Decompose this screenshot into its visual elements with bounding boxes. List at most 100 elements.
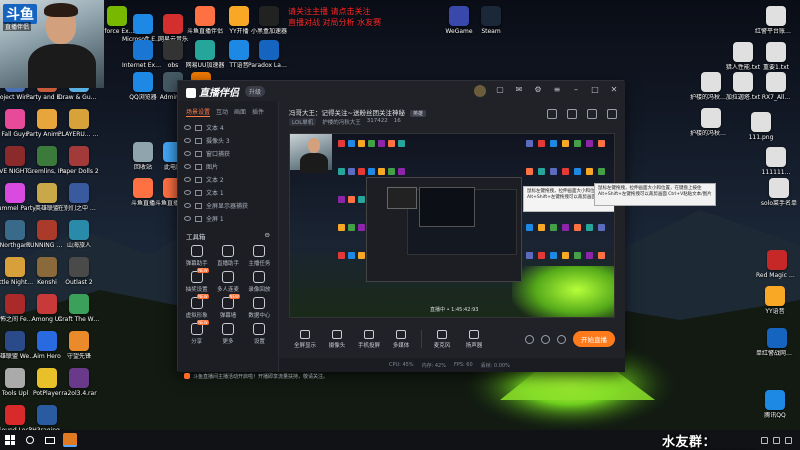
desktop-icon-left-17-icon xyxy=(69,257,89,277)
desktop-icon-right-11-label: YY语音 xyxy=(765,308,785,315)
scene-source-item[interactable]: 文本 4 xyxy=(184,121,272,134)
menu-icon[interactable]: ≡ xyxy=(552,85,562,95)
room-title[interactable]: 冯哥大王：记得关注~送粉丝团关注神秘 英雄 xyxy=(289,107,427,117)
upgrade-button[interactable]: 升级 xyxy=(245,85,266,97)
desktop-icon-left-14-icon xyxy=(69,220,89,240)
preview-desktop-icon xyxy=(358,224,365,231)
desktop-icon-top-6[interactable]: 网易UU加速器 xyxy=(184,38,226,82)
scene-source-item[interactable]: 图片 xyxy=(184,160,272,173)
tool-item-8[interactable]: 数据中心 xyxy=(245,297,274,319)
desktop-icon-left-4-icon xyxy=(37,109,57,129)
source-tool-3[interactable]: 多媒体 xyxy=(385,329,417,349)
search-button[interactable] xyxy=(20,430,40,450)
desktop-icon-left-5-label: PLAYERU... BATTLEGR... xyxy=(58,131,100,138)
source-tool-4[interactable]: 麦克风 xyxy=(426,329,458,349)
preview-desktop-icon xyxy=(348,252,355,259)
visibility-eye-icon[interactable] xyxy=(184,164,191,169)
source-tool-icon xyxy=(437,329,447,339)
source-tool-5[interactable]: 扬声器 xyxy=(458,329,490,349)
webcam-sub: 直播伴侣 xyxy=(3,22,32,31)
desktop-icon-top-8[interactable]: Steam xyxy=(470,4,512,48)
tool-item-9[interactable]: NEW 分享 xyxy=(182,320,211,345)
desktop-icon-top-8-label: Steam xyxy=(481,28,501,35)
desktop-icon-right-6[interactable]: 护楼的冯秋大王 黄豆先生... xyxy=(690,106,732,150)
tool-label: 主播任务 xyxy=(248,261,271,267)
desktop-icon-right-12[interactable]: 单红警战网对战平台 xyxy=(756,326,798,370)
scene-source-item[interactable]: 文本 1 xyxy=(184,186,272,199)
desktop-icon-right-9[interactable]: solo菜手名单 xyxy=(758,176,800,220)
share-icon[interactable] xyxy=(567,109,577,119)
fullscreen-icon[interactable] xyxy=(607,109,617,119)
desktop-icon-left-3-icon xyxy=(5,109,25,129)
scene-source-item[interactable]: 全屏显示器捕获 xyxy=(184,199,272,212)
desktop-icon-right-13[interactable]: 腾讯QQ xyxy=(754,388,796,432)
preview-desktop-icon xyxy=(358,252,365,259)
desktop-icon-right-5[interactable]: RX7_All... xyxy=(755,70,797,114)
task-view-button[interactable] xyxy=(40,430,60,450)
eye-icon[interactable] xyxy=(541,334,550,344)
visibility-eye-icon[interactable] xyxy=(184,203,191,208)
visibility-eye-icon[interactable] xyxy=(184,151,191,156)
desktop-icon-left-11-icon xyxy=(69,183,89,203)
visibility-eye-icon[interactable] xyxy=(184,216,191,221)
desktop-icon-top-8-icon xyxy=(481,6,501,26)
scene-tab-1[interactable]: 互动 xyxy=(216,107,228,117)
preview-desktop-icon xyxy=(550,252,557,259)
tool-item-11[interactable]: 设置 xyxy=(245,323,274,345)
desktop-icon-top-0-icon xyxy=(107,6,127,26)
scene-source-item[interactable]: 全屏 1 xyxy=(184,212,272,225)
gear-icon[interactable] xyxy=(557,334,566,344)
desktop-icon-right-11[interactable]: YY语音 xyxy=(754,284,796,328)
visibility-eye-icon[interactable] xyxy=(184,138,191,143)
status-item-0: CPU: 45% xyxy=(389,362,414,368)
visibility-eye-icon[interactable] xyxy=(184,190,191,195)
source-tool-1[interactable]: 摄像头 xyxy=(321,329,353,349)
maximize-icon[interactable]: □ xyxy=(590,85,600,95)
visibility-eye-icon[interactable] xyxy=(184,125,191,130)
gift-icon[interactable]: ▢ xyxy=(495,85,505,95)
tool-item-7[interactable]: NEW 弹幕墙 xyxy=(213,294,242,319)
tool-item-1[interactable]: 直播助手 xyxy=(213,245,242,267)
webcam-logo: 斗鱼 xyxy=(3,4,37,24)
scene-source-item[interactable]: 摄像头 3 xyxy=(184,134,272,147)
tool-label: 多人连麦 xyxy=(216,287,239,293)
preview-desktop-icon xyxy=(562,252,569,259)
tool-item-0[interactable]: 弹幕助手 xyxy=(182,245,211,267)
toolbox-collapse-icon[interactable]: ⊖ xyxy=(265,231,270,241)
visibility-eye-icon[interactable] xyxy=(184,177,191,182)
settings-icon[interactable]: ⚙ xyxy=(533,85,543,95)
scene-tab-2[interactable]: 画面 xyxy=(234,107,246,117)
desktop-icon-left-24-icon xyxy=(5,368,25,388)
desktop-icon-left-16-label: Kenshi xyxy=(37,279,57,286)
scene-tab-3[interactable]: 插件 xyxy=(252,107,264,117)
desktop-icon-top-6-label: 网易UU加速器 xyxy=(185,62,225,69)
desktop-icon-left-17-label: Outlast 2 xyxy=(65,279,93,286)
taskbar-app-live-companion[interactable] xyxy=(60,430,80,450)
user-avatar[interactable] xyxy=(474,85,486,97)
scene-tab-0[interactable]: 场景设置 xyxy=(186,107,211,117)
close-icon[interactable]: ✕ xyxy=(609,85,619,95)
source-type-icon xyxy=(195,150,202,157)
start-button[interactable] xyxy=(0,430,20,450)
preview-desktop-icon xyxy=(378,140,385,147)
tool-item-4[interactable]: 多人连麦 xyxy=(213,271,242,293)
category-pill[interactable]: LOL单机 xyxy=(289,118,317,126)
scene-source-item[interactable]: 文本 2 xyxy=(184,173,272,186)
scene-source-item[interactable]: 窗口捕获 xyxy=(184,147,272,160)
stream-preview[interactable]: 鼠标左键拖拽，拉伸画面大小和位置，在键盘上按住Alt+Shift+左键拖拽可以裁… xyxy=(289,133,615,318)
tool-item-6[interactable]: NEW 虚拟形象 xyxy=(182,294,211,319)
start-live-button[interactable]: 开始直播 xyxy=(573,331,615,347)
source-tool-0[interactable]: 全屏显示 xyxy=(289,329,321,349)
tool-item-3[interactable]: NEW 抽奖设置 xyxy=(182,268,211,293)
desktop-icon-top-3-icon xyxy=(259,6,279,26)
minimize-icon[interactable]: – xyxy=(571,85,581,95)
tool-item-5[interactable]: 录像回放 xyxy=(245,271,274,293)
layout-icon[interactable] xyxy=(587,109,597,119)
record-icon[interactable] xyxy=(547,109,557,119)
desktop-icon-left-19-icon xyxy=(37,294,57,314)
mail-icon[interactable]: ✉ xyxy=(514,85,524,95)
tool-item-2[interactable]: 主播任务 xyxy=(245,245,274,267)
camera-toggle-icon[interactable] xyxy=(525,334,534,344)
tool-item-10[interactable]: 更多 xyxy=(213,323,242,345)
source-tool-2[interactable]: 手机投屏 xyxy=(353,329,385,349)
